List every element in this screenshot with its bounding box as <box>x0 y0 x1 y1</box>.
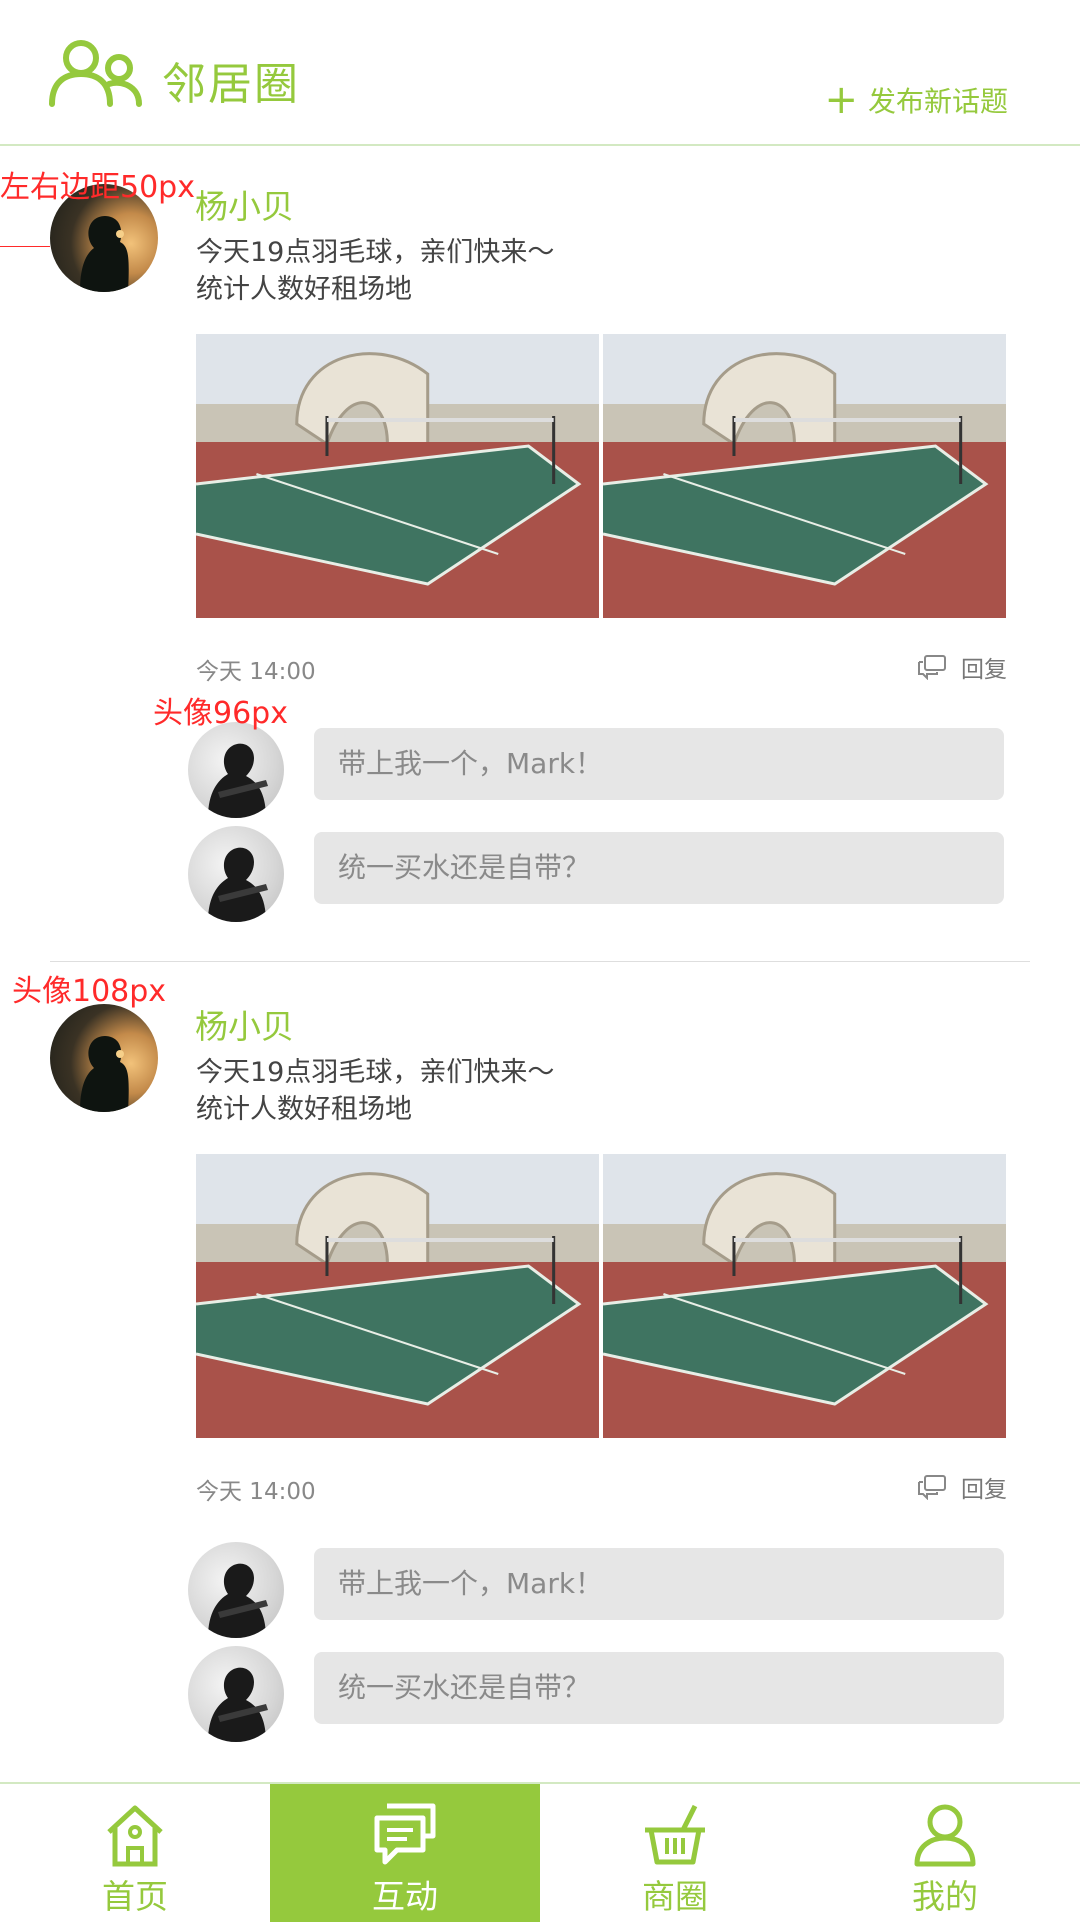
bottom-tab-bar: 首页 互动 商圈 我的 <box>0 1782 1080 1922</box>
people-icon <box>49 40 142 107</box>
photo-grid <box>196 334 1006 618</box>
margin-annotation: 左右边距50px <box>0 170 195 205</box>
top-bar: 邻居圈 + 发布新话题 <box>0 0 1080 146</box>
tab-mine[interactable]: 我的 <box>810 1784 1080 1922</box>
tab-label: 首页 <box>102 1877 168 1916</box>
tab-label: 商圈 <box>642 1877 708 1916</box>
new-topic-button[interactable]: + 发布新话题 <box>824 80 1008 120</box>
tab-label: 互动 <box>372 1877 438 1916</box>
commenter-avatar[interactable] <box>188 722 284 818</box>
margin-annotation-line <box>0 246 50 247</box>
post-photo[interactable] <box>603 1154 1006 1438</box>
comment-row: 带上我一个，Mark！ <box>188 722 1006 818</box>
comment-text: 统一买水还是自带？ <box>314 832 1004 904</box>
chat-icon <box>374 1803 436 1865</box>
post-timestamp: 今天 14:00 <box>196 659 316 685</box>
author-name[interactable]: 杨小贝 <box>195 180 294 228</box>
post-content: 今天19点羽毛球，亲们快来～ 统计人数好租场地 <box>196 1054 796 1128</box>
reply-button[interactable]: 回复 <box>917 650 1007 684</box>
tab-home[interactable]: 首页 <box>0 1784 270 1922</box>
post-avatar-annotation: 头像108px <box>12 974 167 1009</box>
reply-button[interactable]: 回复 <box>917 1470 1007 1504</box>
user-icon <box>914 1804 976 1867</box>
comment-text: 带上我一个，Mark！ <box>314 728 1004 800</box>
plus-icon: + <box>824 77 858 123</box>
post-photo[interactable] <box>196 1154 599 1438</box>
post-divider <box>50 961 1030 962</box>
reply-label: 回复 <box>961 1477 1007 1503</box>
post-content: 今天19点羽毛球，亲们快来～ 统计人数好租场地 <box>196 234 796 308</box>
comment-row: 统一买水还是自带？ <box>188 826 1006 922</box>
tab-business[interactable]: 商圈 <box>540 1784 810 1922</box>
tab-label: 我的 <box>912 1877 978 1916</box>
post-content-line: 统计人数好租场地 <box>196 1094 412 1125</box>
author-avatar[interactable] <box>50 1004 158 1112</box>
commenter-avatar[interactable] <box>188 826 284 922</box>
reply-icon <box>918 1475 946 1500</box>
comment-avatar-annotation: 头像96px <box>153 696 288 731</box>
post-content-line: 统计人数好租场地 <box>196 274 412 305</box>
post-content-line: 今天19点羽毛球，亲们快来～ <box>196 1057 555 1088</box>
comment-row: 统一买水还是自带？ <box>188 1646 1006 1742</box>
basket-icon <box>645 1804 705 1865</box>
post-content-line: 今天19点羽毛球，亲们快来～ <box>196 237 555 268</box>
comment-text: 带上我一个，Mark！ <box>314 1548 1004 1620</box>
post-photo[interactable] <box>603 334 1006 618</box>
commenter-avatar[interactable] <box>188 1542 284 1638</box>
home-icon <box>107 1805 163 1867</box>
reply-label: 回复 <box>961 657 1007 683</box>
page-title: 邻居圈 <box>162 59 300 110</box>
post-photo[interactable] <box>196 334 599 618</box>
comment-row: 带上我一个，Mark！ <box>188 1542 1006 1638</box>
commenter-avatar[interactable] <box>188 1646 284 1742</box>
new-topic-label: 发布新话题 <box>867 85 1008 118</box>
post-timestamp: 今天 14:00 <box>196 1479 316 1505</box>
reply-icon <box>918 655 946 680</box>
tab-interaction[interactable]: 互动 <box>270 1784 540 1922</box>
comment-text: 统一买水还是自带？ <box>314 1652 1004 1724</box>
author-name[interactable]: 杨小贝 <box>195 1000 294 1048</box>
photo-grid <box>196 1154 1006 1438</box>
